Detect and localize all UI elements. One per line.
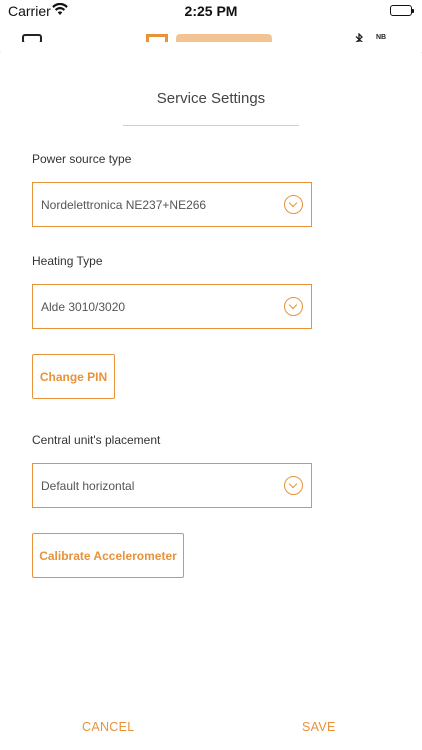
power-source-select[interactable]: Nordelettronica NE237+NE266 — [32, 182, 312, 227]
change-pin-button[interactable]: Change PIN — [32, 354, 115, 399]
heating-type-label: Heating Type — [32, 254, 103, 268]
power-source-label: Power source type — [32, 152, 132, 166]
power-source-value: Nordelettronica NE237+NE266 — [41, 198, 207, 212]
status-bar: Carrier 2:25 PM — [0, 0, 422, 22]
battery-icon — [390, 5, 414, 16]
heating-type-value: Alde 3010/3020 — [41, 300, 126, 314]
cancel-button[interactable]: CANCEL — [82, 720, 135, 734]
calibrate-accelerometer-button[interactable]: Calibrate Accelerometer — [32, 533, 184, 578]
chevron-down-icon — [284, 195, 303, 214]
chevron-down-icon — [284, 476, 303, 495]
placement-label: Central unit's placement — [32, 433, 161, 447]
placement-select[interactable]: Default horizontal — [32, 463, 312, 508]
network-badge: NB — [376, 34, 387, 41]
placement-value: Default horizontal — [41, 479, 135, 493]
heating-type-select[interactable]: Alde 3010/3020 — [32, 284, 312, 329]
dialog-title: Service Settings — [156, 90, 266, 107]
clock: 2:25 PM — [184, 3, 238, 19]
title-divider — [123, 125, 299, 126]
service-settings-dialog: Service Settings Power source type Norde… — [0, 42, 422, 750]
save-button[interactable]: SAVE — [302, 720, 336, 734]
chevron-down-icon — [284, 297, 303, 316]
